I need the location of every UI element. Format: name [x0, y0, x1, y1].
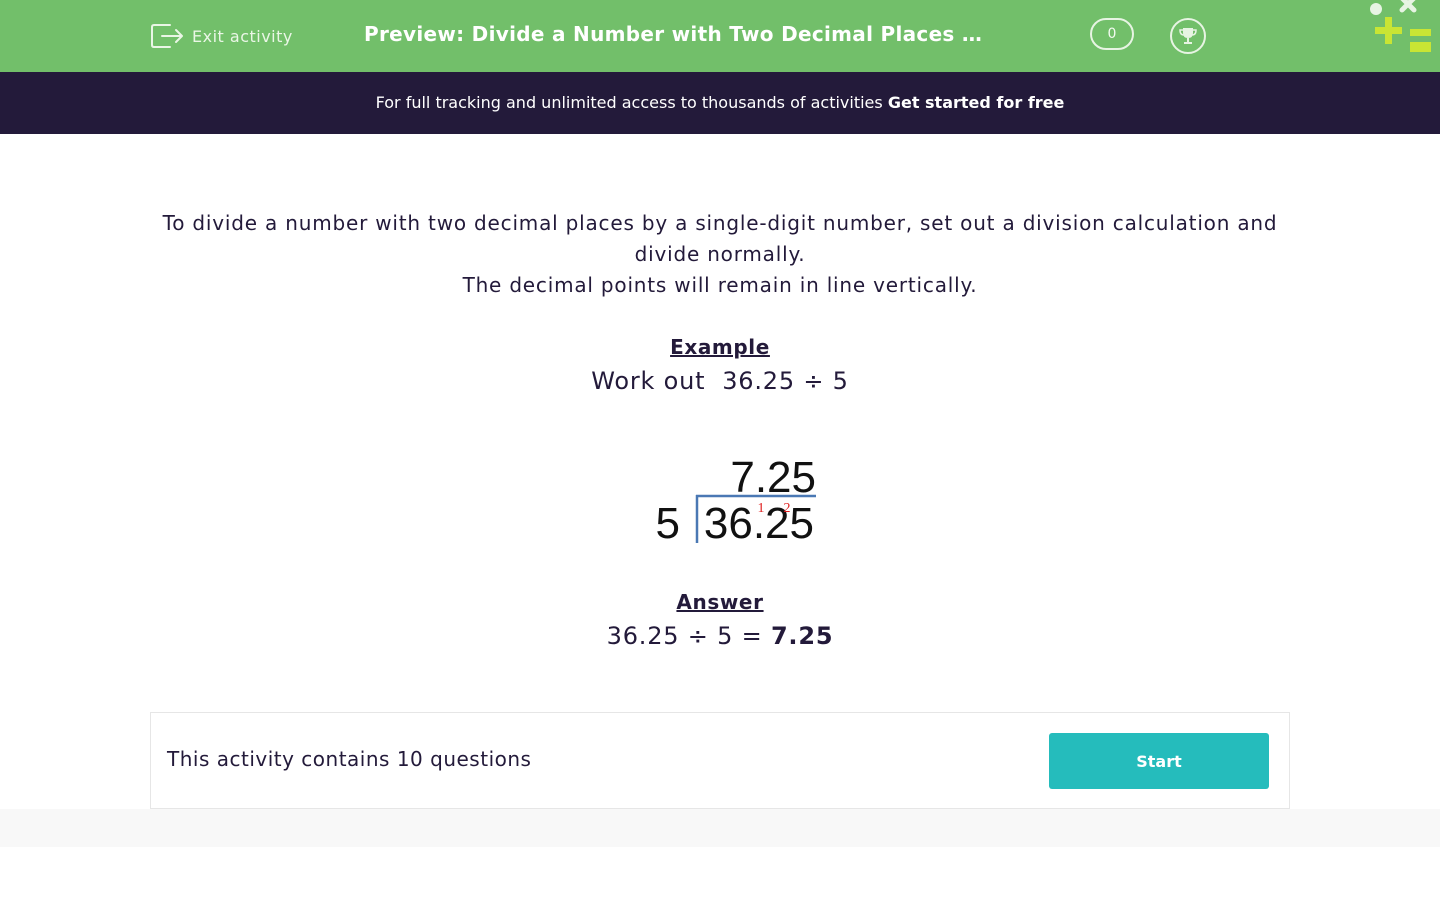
answer-value: 7.25	[770, 622, 834, 650]
division-divisor: 5	[656, 499, 680, 548]
top-bar: Exit activity Preview: Divide a Number w…	[0, 0, 1440, 72]
logo-icon	[1370, 0, 1431, 52]
intro-text: To divide a number with two decimal plac…	[150, 208, 1290, 301]
division-carry-2: 2	[784, 501, 791, 516]
long-division-diagram: 7.25 5 36.25 1 2	[656, 453, 816, 548]
exit-activity-label: Exit activity	[192, 26, 293, 46]
score-badge: 0	[1090, 18, 1134, 50]
answer-line: 36.25 ÷ 5 = 7.25	[0, 622, 1440, 650]
answer-expression: 36.25 ÷ 5 =	[606, 622, 771, 650]
activity-start-card: This activity contains 10 questions Star…	[150, 712, 1290, 809]
get-started-link[interactable]: Get started for free	[888, 93, 1065, 112]
start-button[interactable]: Start	[1049, 733, 1269, 789]
division-quotient: 7.25	[730, 453, 816, 502]
intro-line-2: The decimal points will remain in line v…	[462, 273, 978, 297]
example-heading: Example	[670, 335, 770, 359]
promo-banner: For full tracking and unlimited access t…	[0, 72, 1440, 134]
question-count-text: This activity contains 10 questions	[167, 747, 532, 771]
intro-line-1: To divide a number with two decimal plac…	[162, 211, 1278, 266]
exit-icon	[151, 24, 183, 48]
trophy-icon	[1179, 28, 1197, 44]
example-prompt: Work out 36.25 ÷ 5	[591, 367, 849, 395]
promo-text: For full tracking and unlimited access t…	[375, 93, 888, 112]
division-carry-1: 1	[758, 501, 765, 516]
footer-band	[0, 809, 1440, 847]
exit-activity-button[interactable]: Exit activity	[150, 20, 293, 52]
trophy-button[interactable]	[1170, 18, 1206, 54]
answer-heading: Answer	[676, 590, 764, 614]
page-title: Preview: Divide a Number with Two Decima…	[364, 22, 986, 46]
